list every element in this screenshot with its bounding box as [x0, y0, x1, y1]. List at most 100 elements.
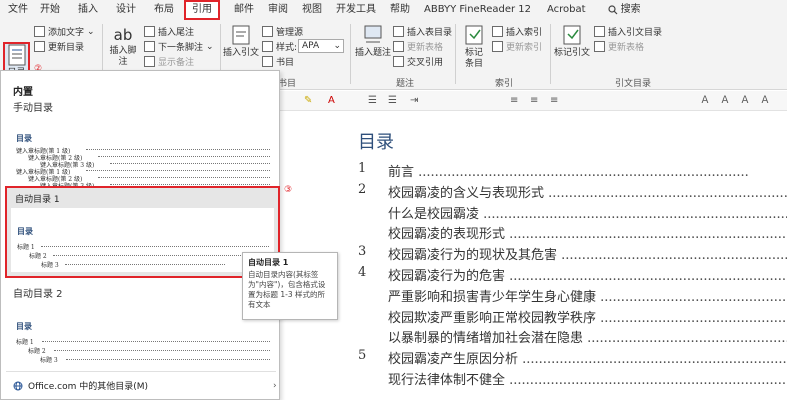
font-color-icon[interactable]: A — [328, 95, 335, 107]
group-label-captions: 题注 — [396, 79, 415, 89]
chevron-down-icon: ⌄ — [333, 41, 341, 51]
style-selector[interactable]: 样式: — [262, 40, 297, 53]
chevron-down-icon: ⌄ — [206, 41, 214, 52]
dot-leader: ........................................… — [600, 289, 787, 305]
dot-leader: ........................................… — [600, 310, 787, 326]
dot-leader — [42, 341, 270, 342]
office-more-tocs-link[interactable]: Office.com 中的其他目录(M) › — [13, 379, 277, 392]
toc-entry[interactable]: 前言 .....................................… — [388, 161, 787, 180]
toc-entry[interactable]: 校园欺凌严重影响正常校园教学秩序 .......................… — [388, 307, 787, 326]
toc-entry[interactable]: 以暴制暴的情绪增加社会潜在隐患 ........................… — [388, 327, 787, 346]
dot-leader — [110, 163, 270, 164]
toc-entry[interactable]: 校园霸凌的含义与表现形式 ...........................… — [388, 182, 787, 201]
auto2-preview-title: 目录 — [16, 321, 32, 331]
toc-entry-number: 3 — [358, 244, 367, 260]
tab-help[interactable]: 帮助 — [384, 0, 416, 20]
indent-icon[interactable]: ⇥ — [410, 95, 418, 107]
toc-entry[interactable]: 校园霸凌产生原因分析 .............................… — [388, 348, 787, 367]
align-left-icon[interactable]: ≡ — [510, 95, 518, 107]
style-icon-3[interactable]: Ａ — [740, 95, 750, 107]
insert-index-button[interactable]: 插入索引 — [492, 25, 542, 38]
group-label-authorities: 引文目录 — [615, 79, 652, 89]
toc-entry[interactable]: 校园霸凌行为的现状及其危害 ..........................… — [388, 244, 787, 263]
dot-leader — [41, 246, 269, 247]
tab-abbyy[interactable]: ABBYY FineReader 12 — [418, 0, 537, 20]
auto2-preview-line: 标题 3 — [40, 357, 58, 364]
insert-caption-button[interactable]: 插入题注 — [354, 24, 392, 59]
toc-entry[interactable]: 校园霸凌的表现形式 ..............................… — [388, 223, 787, 242]
bullets-icon[interactable]: ☰ — [368, 95, 377, 107]
group-label-citations: 书目 — [278, 79, 297, 89]
tab-home[interactable]: 开始 — [34, 0, 66, 20]
update-toc-button[interactable]: 更新目录 — [34, 40, 84, 53]
bibliography-button[interactable]: 书目 — [262, 55, 294, 68]
toc-entry-text: 校园霸凌的表现形式 — [388, 227, 506, 243]
toc-entry[interactable]: 校园霸凌行为的危害 ..............................… — [388, 265, 787, 284]
table-of-figures-icon — [393, 26, 404, 37]
next-footnote-button[interactable]: 下一条脚注 ⌄ — [144, 40, 214, 53]
toc-entry[interactable]: 现行法律体制不健全 ..............................… — [388, 369, 787, 388]
auto-toc-2-preview[interactable]: 目录 标题 1 标题 2 标题 3 — [6, 299, 276, 369]
cross-reference-button[interactable]: 交叉引用 — [393, 55, 443, 68]
style-icon-4[interactable]: Ａ — [760, 95, 770, 107]
insert-table-of-authorities-button[interactable]: 插入引文目录 — [594, 25, 662, 38]
highlight-icon[interactable]: ✎ — [304, 95, 312, 107]
panel-divider — [6, 371, 276, 372]
style-dropdown[interactable]: APA ⌄ — [298, 39, 344, 53]
dot-leader — [53, 255, 269, 256]
tab-design[interactable]: 设计 — [110, 0, 142, 20]
dot-leader: ........................................… — [548, 185, 787, 201]
update-table-button[interactable]: 更新表格 — [393, 40, 443, 53]
tab-acrobat[interactable]: Acrobat — [541, 0, 592, 20]
insert-footnote-button[interactable]: ab 插入脚注 — [106, 24, 140, 68]
mark-entry-button[interactable]: 标记条目 — [460, 24, 488, 70]
insert-citation-button[interactable]: 插入引文 — [223, 24, 259, 59]
insert-endnote-button[interactable]: 插入尾注 — [144, 25, 194, 38]
document-page: 目录 1 前言 .................................… — [280, 111, 787, 400]
dot-leader — [98, 156, 270, 157]
mark-citation-button[interactable]: 标记引文 — [554, 24, 590, 59]
tooltip-title: 自动目录 1 — [248, 258, 289, 267]
tab-file[interactable]: 文件 — [0, 0, 34, 20]
format-toolbar: ✎ A ☰ ☰ ⇥ ≡ ≡ ≡ Ａ Ａ Ａ Ａ — [280, 91, 787, 111]
tab-view[interactable]: 视图 — [296, 0, 328, 20]
ribbon-divider — [455, 24, 456, 84]
style-icon[interactable]: Ａ — [700, 95, 710, 107]
auto-toc-1-label: 自动目录 1 — [15, 195, 60, 205]
manual-toc-preview[interactable]: 目录 键入章标题(第 1 级) 键入章标题(第 2 级) 键入章标题(第 3 级… — [6, 115, 276, 190]
auto-toc-1-item[interactable]: 自动目录 1 目录 标题 1 标题 2 标题 3 — [5, 186, 280, 278]
toc-entry-text: 校园霸凌产生原因分析 — [388, 352, 519, 368]
auto1-preview-line: 标题 3 — [41, 262, 59, 269]
tab-references[interactable]: 引用 — [184, 0, 220, 20]
dot-leader: ........................................… — [509, 269, 787, 284]
show-notes-button[interactable]: 显示备注 — [144, 55, 194, 68]
toc-entry-text: 前言 — [388, 165, 415, 180]
tab-layout[interactable]: 布局 — [148, 0, 180, 20]
insert-table-of-figures-button[interactable]: 插入表目录 — [393, 25, 452, 38]
globe-icon — [13, 381, 23, 390]
style-icon-2[interactable]: Ａ — [720, 95, 730, 107]
marker-3: ③ — [284, 185, 293, 195]
tab-insert[interactable]: 插入 — [72, 0, 104, 20]
toc-entry-text: 严重影响和损害青少年学生身心健康 — [388, 289, 597, 305]
manage-sources-button[interactable]: 管理源 — [262, 25, 303, 38]
tab-developer[interactable]: 开发工具 — [330, 0, 382, 20]
dot-leader: ........................................… — [479, 206, 787, 222]
toc-entry-text: 校园霸凌的含义与表现形式 — [388, 185, 545, 201]
toc-entry[interactable]: 严重影响和损害青少年学生身心健康 .......................… — [388, 286, 787, 305]
align-center-icon[interactable]: ≡ — [530, 95, 538, 107]
update-authorities-button[interactable]: 更新表格 — [594, 40, 644, 53]
toc-entry[interactable]: 什么是校园霸凌 ................................… — [388, 203, 787, 222]
align-right-icon[interactable]: ≡ — [550, 95, 558, 107]
chevron-down-icon: ⌄ — [87, 26, 95, 37]
toc-icon — [8, 44, 25, 66]
search-box[interactable]: 搜索 — [602, 0, 647, 20]
numbering-icon[interactable]: ☰ — [388, 95, 397, 107]
toc-entry-number: 4 — [358, 265, 367, 280]
update-index-button[interactable]: 更新索引 — [492, 40, 542, 53]
toc-gallery-dropdown: 内置 手动目录 目录 键入章标题(第 1 级) 键入章标题(第 2 级) 键入章… — [0, 70, 292, 400]
manual-toc-label: 手动目录 — [13, 103, 53, 114]
tab-mailings[interactable]: 邮件 — [228, 0, 260, 20]
add-text-button[interactable]: 添加文字 ⌄ — [34, 25, 95, 38]
tab-review[interactable]: 审阅 — [262, 0, 294, 20]
